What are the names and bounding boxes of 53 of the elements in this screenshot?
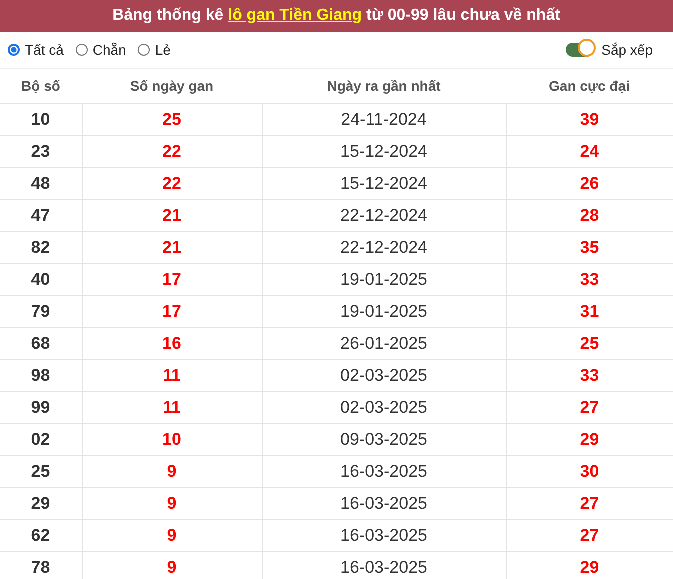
- number-cell: 40: [0, 264, 82, 296]
- days-cell: 25: [82, 104, 262, 136]
- number-cell: 98: [0, 360, 82, 392]
- number-cell: 29: [0, 488, 82, 520]
- date-cell: 19-01-2025: [262, 296, 506, 328]
- column-header: Gan cực đại: [506, 69, 673, 104]
- number-cell: 68: [0, 328, 82, 360]
- date-cell: 16-03-2025: [262, 456, 506, 488]
- days-cell: 16: [82, 328, 262, 360]
- date-cell: 09-03-2025: [262, 424, 506, 456]
- date-cell: 16-03-2025: [262, 488, 506, 520]
- days-cell: 10: [82, 424, 262, 456]
- date-cell: 16-03-2025: [262, 520, 506, 552]
- column-header: Số ngày gan: [82, 69, 262, 104]
- date-cell: 22-12-2024: [262, 200, 506, 232]
- number-cell: 62: [0, 520, 82, 552]
- days-cell: 9: [82, 520, 262, 552]
- number-cell: 23: [0, 136, 82, 168]
- days-cell: 17: [82, 296, 262, 328]
- date-cell: 24-11-2024: [262, 104, 506, 136]
- number-cell: 82: [0, 232, 82, 264]
- date-cell: 15-12-2024: [262, 168, 506, 200]
- days-cell: 11: [82, 360, 262, 392]
- date-cell: 15-12-2024: [262, 136, 506, 168]
- table-title: Bảng thống kê lô gan Tiền Giang từ 00-99 lâu chưa về nhất: [112, 7, 560, 25]
- number-cell: 99: [0, 392, 82, 424]
- days-cell: 11: [82, 392, 262, 424]
- days-cell: 22: [82, 136, 262, 168]
- filter-radio[interactable]: Chẵn: [76, 42, 126, 58]
- days-cell: 9: [82, 488, 262, 520]
- max-cell: 39: [506, 104, 673, 136]
- date-cell: 02-03-2025: [262, 392, 506, 424]
- number-cell: 10: [0, 104, 82, 136]
- date-cell: 19-01-2025: [262, 264, 506, 296]
- days-cell: 9: [82, 456, 262, 488]
- days-cell: 17: [82, 264, 262, 296]
- date-cell: 22-12-2024: [262, 232, 506, 264]
- date-cell: 02-03-2025: [262, 360, 506, 392]
- number-cell: 25: [0, 456, 82, 488]
- date-cell: 26-01-2025: [262, 328, 506, 360]
- number-cell: 48: [0, 168, 82, 200]
- days-cell: 21: [82, 232, 262, 264]
- sort-label: Sắp xếp: [602, 42, 653, 58]
- number-cell: 79: [0, 296, 82, 328]
- column-header: Ngày ra gần nhất: [262, 69, 506, 104]
- column-header: Bộ số: [0, 69, 82, 104]
- number-cell: 47: [0, 200, 82, 232]
- days-cell: 21: [82, 200, 262, 232]
- days-cell: 22: [82, 168, 262, 200]
- filter-radio[interactable]: Lẻ: [138, 42, 171, 58]
- number-cell: 02: [0, 424, 82, 456]
- title-link[interactable]: lô gan Tiền Giang: [228, 7, 362, 24]
- filter-radio[interactable]: Tất cả: [8, 42, 64, 58]
